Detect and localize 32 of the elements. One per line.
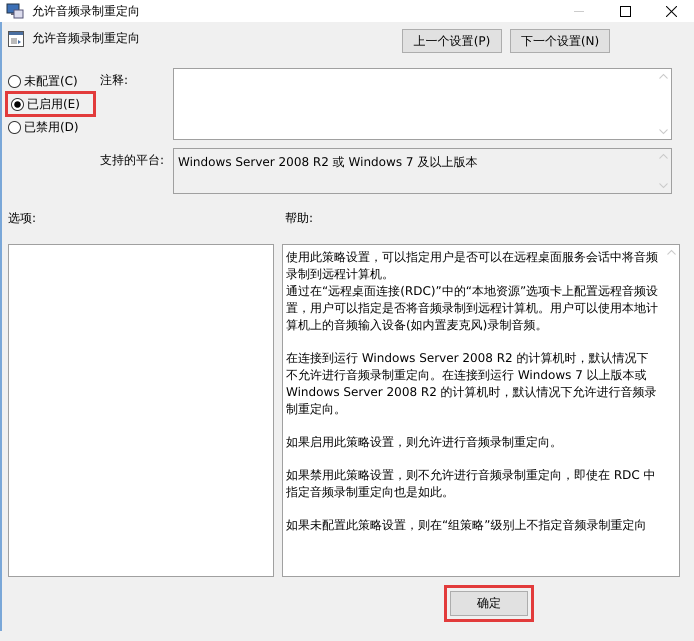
platform-text: Windows Server 2008 R2 或 Windows 7 及以上版本 — [177, 154, 478, 171]
help-text: 如果禁用此策略设置，则不允许进行音频录制重定向，即使在 RDC 中指定音频录制重定向也是如此。 — [286, 467, 657, 501]
scroll-down-icon[interactable] — [658, 183, 668, 189]
help-text: 通过在“远程桌面连接(RDC)”中的“本地资源”选项卡上配置远程音频设置，用户可以指定是否将音频录制到远程计算机。用户可以使用本地计算机上的音频输入设备(如内置麦克风)录制音频。 — [286, 283, 660, 334]
radio-label[interactable]: 已禁用(D) — [24, 118, 79, 136]
policy-icon — [8, 30, 24, 46]
window-title: 允许音频录制重定向 — [32, 2, 141, 20]
scroll-up-icon[interactable] — [658, 73, 668, 79]
ok-button[interactable]: 确定 — [450, 591, 528, 616]
radio-button[interactable] — [8, 120, 21, 134]
radio-selected[interactable] — [11, 98, 24, 110]
radio-label[interactable]: 已启用(E) — [27, 96, 80, 112]
help-text: 如果启用此策略设置，则允许进行音频录制重定向。 — [286, 434, 563, 451]
radio-button[interactable] — [8, 74, 21, 88]
previous-setting-button[interactable]: 上一个设置(P) — [402, 29, 502, 53]
app-icon — [6, 3, 24, 19]
options-label: 选项: — [8, 211, 36, 225]
policy-title: 允许音频录制重定向 — [32, 30, 140, 47]
radio-label[interactable]: 未配置(C) — [24, 72, 78, 90]
comment-label: 注释: — [100, 72, 130, 89]
close-icon — [666, 6, 676, 16]
next-setting-button[interactable]: 下一个设置(N) — [510, 29, 610, 53]
comment-field[interactable] — [173, 68, 672, 140]
help-text: 使用此策略设置，可以指定用户是否可以在远程桌面服务会话中将音频录制到远程计算机。 — [286, 249, 659, 283]
help-label: 帮助: — [285, 210, 314, 227]
scroll-up-icon[interactable] — [666, 249, 676, 255]
help-text: 在连接到运行 Windows Server 2008 R2 的计算机时，默认情况下不允许进行音频录制重定向。在连接到运行 Windows 7 以上版本或 Windows Server 2008 R2 的计算机时，默认情况下允许进行音频录制重定向。 — [286, 350, 658, 418]
maximize-icon — [620, 6, 630, 16]
scroll-up-icon[interactable] — [658, 153, 668, 159]
help-text: 如果未配置此策略设置，则在“组策略”级别上不指定音频录制重定向 — [286, 517, 648, 534]
scroll-down-icon[interactable] — [658, 129, 668, 135]
platform-label: 支持的平台: — [100, 152, 166, 169]
